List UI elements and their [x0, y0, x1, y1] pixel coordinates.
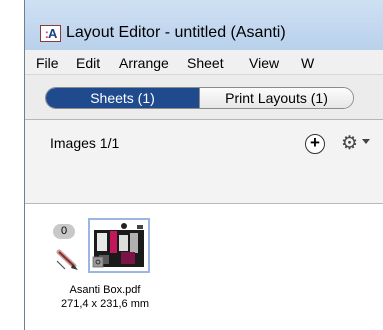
title-bar[interactable]: :A Layout Editor - untitled (Asanti)	[25, 0, 383, 50]
image-filename: Asanti Box.pdf	[69, 284, 141, 296]
menu-sheet[interactable]: Sheet	[187, 55, 224, 71]
tab-sheets[interactable]: Sheets (1)	[46, 88, 199, 108]
layout-editor-window: :A Layout Editor - untitled (Asanti) Fil…	[24, 0, 383, 330]
image-thumbnail[interactable]	[88, 218, 150, 273]
menu-file[interactable]: File	[36, 55, 59, 71]
images-panel-header: Images 1/1 + ⚙	[25, 120, 383, 204]
plus-circle-icon[interactable]: +	[305, 134, 325, 154]
app-icon: :A	[40, 25, 61, 42]
images-list: 0 Asanti Box.pdf 271,4 x 231,6 mm	[25, 204, 383, 330]
chevron-down-icon[interactable]	[362, 139, 370, 144]
view-segmented-control: Sheets (1) Print Layouts (1)	[45, 87, 354, 109]
app-icon-text: A	[47, 26, 57, 41]
tab-bar: Sheets (1) Print Layouts (1)	[25, 75, 383, 120]
menu-view[interactable]: View	[249, 55, 279, 71]
images-count-label: Images 1/1	[50, 135, 120, 151]
window-title: Layout Editor - untitled (Asanti)	[66, 24, 286, 41]
menu-edit[interactable]: Edit	[76, 55, 100, 71]
menu-arrange[interactable]: Arrange	[119, 55, 169, 71]
desktop-edge	[0, 0, 24, 330]
gear-icon[interactable]: ⚙	[341, 132, 358, 155]
usage-count-badge: 0	[53, 224, 75, 239]
tab-print-layouts[interactable]: Print Layouts (1)	[199, 88, 353, 108]
image-dimensions: 271,4 x 231,6 mm	[60, 298, 150, 310]
menu-window[interactable]: W	[301, 55, 314, 71]
thumbnail-preview	[91, 221, 147, 270]
pen-icon[interactable]	[55, 249, 81, 273]
menu-bar: File Edit Arrange Sheet View W	[25, 50, 383, 75]
